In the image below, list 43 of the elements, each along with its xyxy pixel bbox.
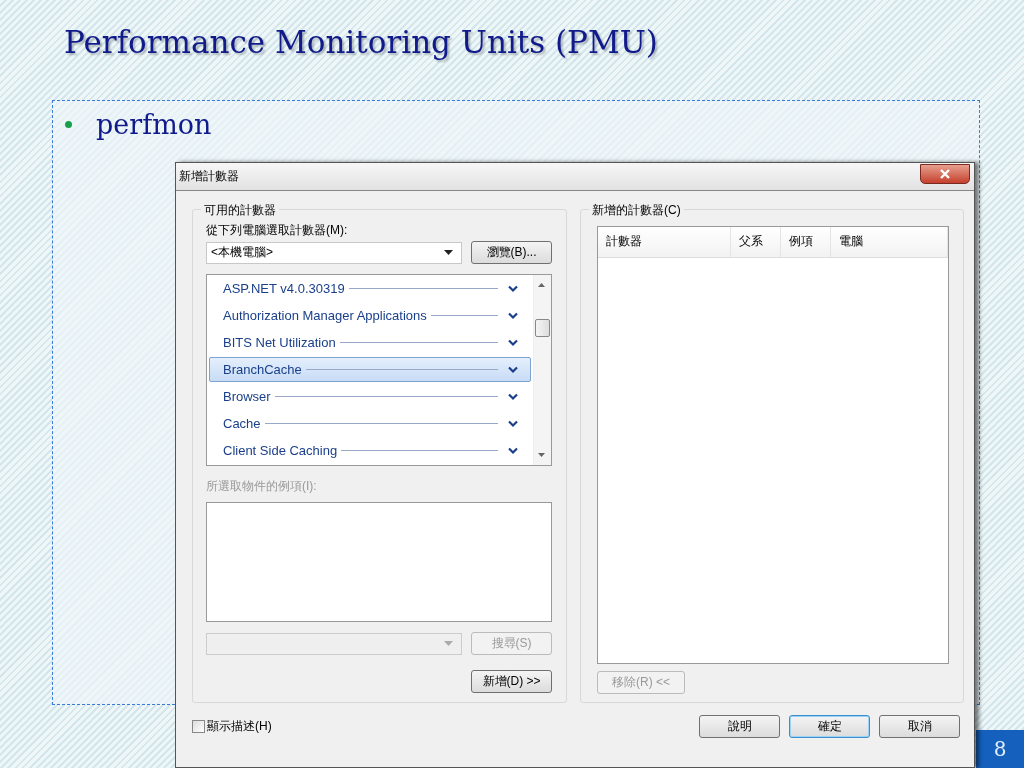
chevron-down-icon[interactable] (508, 284, 519, 293)
group-label: 新增的計數器(C) (589, 202, 684, 219)
counter-item[interactable]: Browser (209, 384, 532, 409)
bullet-text: perfmon (96, 109, 212, 140)
chevron-down-icon[interactable] (508, 419, 519, 428)
browse-button[interactable]: 瀏覽(B)... (471, 241, 553, 264)
field-label: 所選取物件的例項(I): (206, 478, 318, 495)
chevron-down-icon[interactable] (508, 311, 519, 320)
window-title: 新增計數器 (179, 168, 239, 185)
chevron-down-icon[interactable] (508, 446, 519, 455)
field-label: 從下列電腦選取計數器(M): (206, 223, 348, 237)
counter-item[interactable]: ASP.NET v4.0.30319 (209, 276, 532, 301)
chevron-down-icon[interactable] (508, 365, 519, 374)
column-header[interactable]: 父系 (731, 227, 782, 257)
counter-item[interactable]: BranchCache (209, 357, 532, 382)
bullet-dot-icon (65, 121, 72, 128)
counter-item[interactable]: Authorization Manager Applications (209, 303, 532, 328)
dialog-button[interactable]: 取消 (879, 715, 960, 738)
counter-item[interactable]: BITS Net Utilization (209, 330, 532, 355)
checkbox-label[interactable]: 顯示描述(H) (207, 718, 272, 735)
add-button[interactable]: 新增(D) >> (471, 670, 553, 693)
column-header[interactable]: 例項 (781, 227, 832, 257)
instance-list[interactable] (206, 502, 553, 622)
slide-title: Performance Monitoring Units (PMU) (64, 23, 659, 62)
scrollbar-thumb[interactable] (535, 319, 551, 337)
dialog-button[interactable]: 說明 (699, 715, 780, 738)
scrollbar[interactable] (533, 275, 552, 465)
close-button[interactable] (920, 163, 970, 184)
group-label: 可用的計數器 (201, 202, 279, 219)
column-header[interactable]: 電腦 (831, 227, 948, 257)
close-icon (939, 168, 951, 179)
computer-dropdown[interactable]: <本機電腦> (206, 241, 462, 264)
scroll-up-arrow-icon[interactable] (538, 283, 546, 287)
checkbox[interactable] (192, 720, 205, 733)
counter-item[interactable]: Cache (209, 411, 532, 436)
page-number: 8 (976, 730, 1024, 768)
column-header[interactable]: 計數器 (598, 227, 732, 257)
chevron-down-icon[interactable] (508, 392, 519, 401)
counter-item[interactable]: Client Side Caching (209, 438, 532, 463)
dialog-button[interactable]: 確定 (789, 715, 870, 738)
dropdown-arrow-icon[interactable] (444, 250, 453, 255)
chevron-down-icon[interactable] (508, 338, 519, 347)
scroll-down-arrow-icon[interactable] (538, 453, 546, 457)
